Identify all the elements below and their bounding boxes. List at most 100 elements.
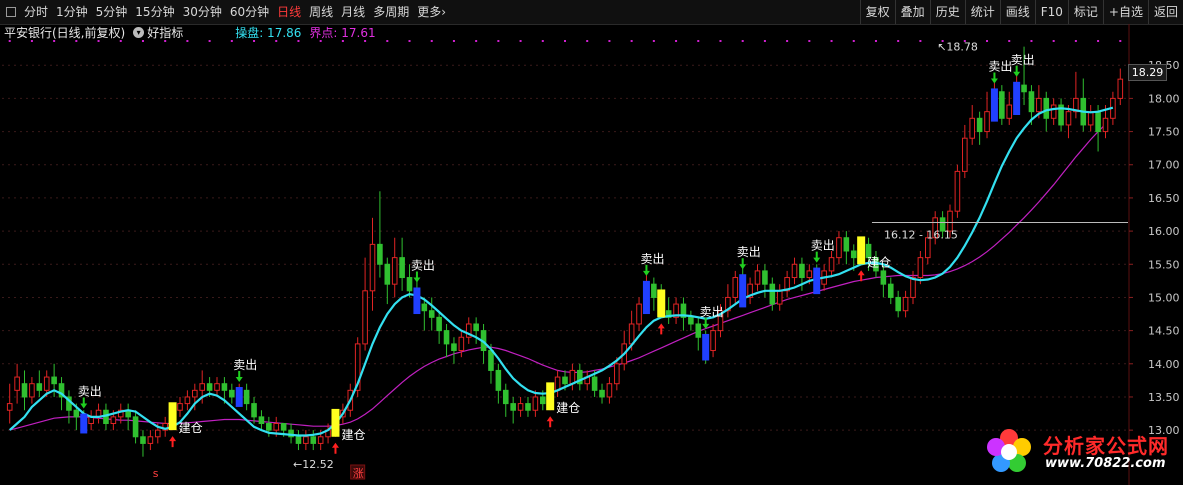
sell-label: 卖出: [988, 59, 1012, 73]
candle-body: [1028, 91, 1035, 113]
sell-label: 卖出: [1011, 53, 1035, 67]
candle-body: [976, 117, 983, 133]
candle-body: [29, 383, 35, 398]
candle-body: [184, 396, 191, 405]
candle-body: [887, 283, 894, 298]
signal-dot: [719, 40, 722, 42]
signal-dot: [541, 40, 544, 42]
candle: [651, 277, 657, 311]
bottom-marker-label: s: [153, 467, 159, 480]
indicator-name[interactable]: 好指标: [147, 24, 183, 41]
candle-body: [21, 383, 28, 398]
candlestick-chart[interactable]: 13.0013.5014.0014.5015.0015.5016.0016.50…: [0, 0, 1183, 485]
candle-body: [266, 423, 272, 431]
candle-body: [525, 403, 531, 411]
slow-line-value: 界点: 17.61: [309, 25, 376, 40]
candle-body: [762, 270, 768, 285]
down-arrow-icon: [739, 258, 747, 270]
candle-body: [910, 277, 916, 298]
candle: [6, 383, 13, 424]
candle-body: [154, 429, 161, 438]
extreme-price-label: ←12.52: [293, 458, 334, 471]
signal-dot: [586, 40, 589, 42]
candle: [391, 237, 398, 298]
candle: [377, 191, 383, 278]
candle: [310, 430, 317, 451]
candle-body: [458, 336, 465, 352]
indicator-dropdown-icon[interactable]: ▾: [133, 26, 145, 38]
candle-body: [606, 383, 613, 398]
candle-body: [473, 323, 479, 332]
candle: [428, 297, 435, 331]
sell-bar: [813, 267, 821, 295]
buy-label: 建仓: [341, 428, 365, 442]
candle-body: [806, 270, 813, 279]
signal-dot: [874, 40, 877, 42]
candle-body: [436, 316, 442, 332]
down-arrow-icon: [235, 371, 243, 383]
signal-dot: [697, 40, 700, 42]
candle-body: [591, 376, 598, 391]
candle-body: [391, 257, 398, 285]
signal-dot: [430, 40, 433, 42]
signal-dot: [1074, 40, 1077, 42]
candle: [14, 363, 20, 404]
candle-body: [451, 343, 457, 352]
candle-body: [880, 270, 887, 285]
candle-body: [1021, 84, 1027, 93]
candle-body: [73, 409, 80, 418]
candle: [887, 277, 894, 305]
signal-dot: [852, 40, 855, 42]
candle-body: [1087, 111, 1094, 126]
candle: [532, 390, 539, 417]
candle-body: [6, 403, 13, 411]
signal-dot: [141, 40, 144, 42]
candle-body: [243, 389, 250, 405]
bottom-marker: s: [153, 467, 159, 480]
price-tick-label: 17.50: [1148, 126, 1180, 139]
candle: [636, 297, 642, 331]
candle-body: [969, 117, 976, 139]
up-arrow-icon: [169, 436, 177, 448]
candle: [36, 370, 43, 397]
candle-body: [599, 389, 605, 398]
candle-body: [569, 369, 576, 385]
candle: [451, 337, 457, 364]
current-price-tag: 18.29: [1128, 64, 1167, 81]
candle-body: [377, 243, 383, 265]
candle-body: [14, 376, 20, 391]
candle-body: [628, 323, 635, 345]
candle: [791, 257, 798, 285]
buy-signals: 建仓 建仓建仓建仓: [168, 236, 891, 454]
extreme-price-label: ↖18.78: [937, 41, 978, 54]
bottom-marker: 涨: [350, 464, 366, 480]
candle: [976, 111, 983, 145]
candle-body: [177, 403, 183, 411]
candle-body: [651, 283, 657, 298]
candle: [984, 91, 990, 139]
signal-dot: [475, 40, 478, 42]
candle: [495, 363, 502, 404]
candle-body: [895, 296, 901, 312]
candle-body: [636, 303, 642, 325]
candle-body: [147, 436, 154, 444]
up-arrow-icon: [657, 323, 665, 335]
candles: [6, 46, 1124, 457]
candle-body: [799, 263, 805, 279]
candle-body: [776, 290, 783, 305]
candle-body: [258, 416, 265, 425]
candle-body: [317, 436, 324, 444]
candle: [1050, 98, 1057, 125]
candle-body: [1117, 78, 1124, 99]
price-axis: 13.0013.5014.0014.5015.0015.5016.0016.50…: [1129, 59, 1180, 437]
candle-body: [1036, 97, 1042, 113]
candle-body: [695, 323, 702, 338]
candle-body: [132, 416, 139, 438]
candle-body: [836, 237, 842, 259]
indicator-info-bar: 平安银行(日线,前复权) ▾ 好指标 操盘: 17.86 界点: 17.61: [0, 24, 1130, 40]
candle: [66, 390, 72, 424]
candle: [688, 310, 694, 331]
price-tick-label: 16.00: [1148, 225, 1180, 238]
candle-body: [999, 91, 1005, 119]
down-arrow-icon: [1013, 65, 1021, 77]
